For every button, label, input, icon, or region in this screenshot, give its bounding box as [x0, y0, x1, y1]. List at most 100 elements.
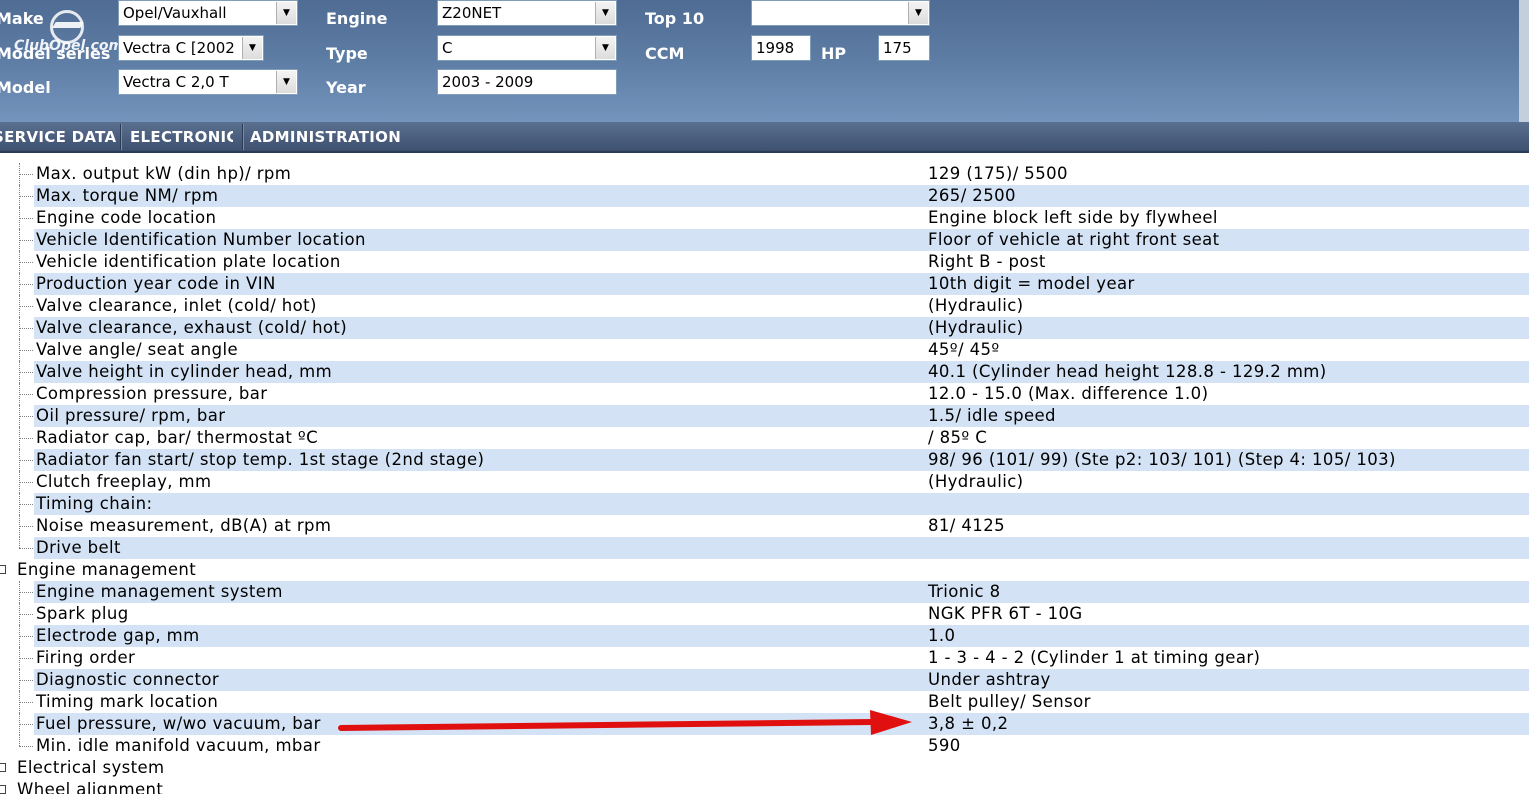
chevron-down-icon[interactable]: ▼ [276, 2, 296, 24]
chevron-down-icon[interactable]: ▼ [595, 2, 615, 24]
tree-branch-line [19, 196, 33, 197]
expand-collapse-icon[interactable] [0, 565, 6, 574]
vehicle-selector-header: ClubOpel.com Make Model series Model Ope… [0, 0, 1529, 122]
tab-bar: SERVICE DATA ELECTRONIC ADMINISTRATION [0, 122, 1529, 153]
tree-branch-line [19, 636, 33, 637]
parameter-name: Compression pressure, bar [36, 384, 268, 403]
tree-row: Radiator cap, bar/ thermostat ºC / 85º C [0, 427, 1529, 449]
ccm-field[interactable]: 1998 [751, 35, 811, 61]
tree-row: Clutch freeplay, mm (Hydraulic) [0, 471, 1529, 493]
tree-category[interactable]: Electrical system [0, 757, 1529, 779]
tab-service-data[interactable]: SERVICE DATA [0, 122, 117, 151]
parameter-name: Valve clearance, exhaust (cold/ hot) [36, 318, 348, 337]
tree-row: Vehicle Identification Number location Fl… [0, 229, 1529, 251]
model-series-select[interactable]: Vectra C [2002 ▼ [118, 35, 264, 61]
engine-select[interactable]: Z20NET ▼ [437, 0, 617, 26]
model-select[interactable]: Vectra C 2,0 T ▼ [118, 69, 298, 95]
chevron-down-icon[interactable]: ▼ [276, 71, 296, 93]
parameter-name: Firing order [36, 648, 136, 667]
tree-row: Spark plug NGK PFR 6T - 10G [0, 603, 1529, 625]
tree-row: Firing order 1 - 3 - 4 - 2 (Cylinder 1 at… [0, 647, 1529, 669]
top10-label: Top 10 [645, 9, 705, 28]
tree-row: Electrode gap, mm 1.0 [0, 625, 1529, 647]
parameter-name: Drive belt [36, 538, 121, 557]
expand-collapse-icon[interactable] [0, 763, 6, 772]
tree-branch-line [19, 416, 33, 417]
tree-category[interactable]: Engine management [0, 559, 1529, 581]
row-background [34, 537, 1529, 559]
make-label: Make [0, 9, 44, 28]
model-series-label: Model series [0, 44, 111, 63]
tree-branch-line [19, 658, 33, 659]
tree-category[interactable]: Wheel alignment [0, 779, 1529, 794]
row-background [34, 691, 1529, 713]
parameter-value: 1 - 3 - 4 - 2 (Cylinder 1 at timing gear… [928, 648, 1261, 667]
tree-row: Valve clearance, inlet (cold/ hot) (Hydra… [0, 295, 1529, 317]
make-select[interactable]: Opel/Vauxhall ▼ [118, 0, 298, 26]
parameter-value: Trionic 8 [928, 582, 1001, 601]
tab-divider [242, 124, 244, 150]
header-scrollbar[interactable] [1519, 0, 1529, 122]
parameter-name: Valve angle/ seat angle [36, 340, 238, 359]
parameter-value: NGK PFR 6T - 10G [928, 604, 1083, 623]
parameter-name: Diagnostic connector [36, 670, 220, 689]
ccm-label: CCM [645, 44, 685, 63]
tab-administration[interactable]: ADMINISTRATION [250, 122, 402, 151]
tree-row: Vehicle identification plate location Rig… [0, 251, 1529, 273]
chevron-down-icon[interactable]: ▼ [908, 2, 928, 24]
parameter-name: Engine code location [36, 208, 217, 227]
parameter-name: Production year code in VIN [36, 274, 276, 293]
top10-select[interactable]: ▼ [751, 0, 930, 26]
model-value: Vectra C 2,0 T [123, 73, 229, 91]
parameter-name: Electrode gap, mm [36, 626, 200, 645]
parameter-value: 45º/ 45º [928, 340, 1000, 359]
engine-value: Z20NET [442, 4, 502, 22]
tree-branch-line [19, 262, 33, 263]
tree-branch-line [19, 438, 33, 439]
model-label: Model [0, 78, 51, 97]
parameter-name: Engine management system [36, 582, 283, 601]
year-field[interactable]: 2003 - 2009 [437, 69, 617, 95]
parameter-value: 98/ 96 (101/ 99) (Ste p2: 103/ 101) (Ste… [928, 450, 1396, 469]
expand-collapse-icon[interactable] [0, 785, 6, 794]
tree-row: Radiator fan start/ stop temp. 1st stage… [0, 449, 1529, 471]
tree-row: Oil pressure/ rpm, bar 1.5/ idle speed [0, 405, 1529, 427]
row-background [34, 471, 1529, 493]
parameter-value: 129 (175)/ 5500 [928, 164, 1068, 183]
tree-branch-line [19, 394, 33, 395]
row-background [34, 493, 1529, 515]
parameter-name: Max. output kW (din hp)/ rpm [36, 164, 292, 183]
parameter-value: Floor of vehicle at right front seat [928, 230, 1220, 249]
parameter-value: 3,8 ± 0,2 [928, 714, 1009, 733]
tree-row: Production year code in VIN 10th digit = … [0, 273, 1529, 295]
tab-divider [120, 124, 122, 150]
chevron-down-icon[interactable]: ▼ [242, 37, 262, 59]
parameter-name: Min. idle manifold vacuum, mbar [36, 736, 321, 755]
tree-branch-line [19, 504, 33, 505]
type-select[interactable]: C ▼ [437, 35, 617, 61]
row-background [34, 647, 1529, 669]
tab-electronic[interactable]: ELECTRONIC [130, 122, 233, 151]
tree-branch-line [19, 526, 33, 527]
tree-branch-line [19, 218, 33, 219]
tree-row: Valve angle/ seat angle 45º/ 45º [0, 339, 1529, 361]
row-background [34, 669, 1529, 691]
year-label: Year [326, 78, 366, 97]
engine-label: Engine [326, 9, 388, 28]
tree-branch-line [19, 460, 33, 461]
parameter-name: Clutch freeplay, mm [36, 472, 212, 491]
row-background [34, 185, 1529, 207]
parameter-name: Oil pressure/ rpm, bar [36, 406, 226, 425]
row-background [34, 625, 1529, 647]
tree-row: Engine management system Trionic 8 [0, 581, 1529, 603]
parameter-name: Max. torque NM/ rpm [36, 186, 219, 205]
chevron-down-icon[interactable]: ▼ [595, 37, 615, 59]
hp-label: HP [821, 44, 847, 63]
parameter-value: 81/ 4125 [928, 516, 1005, 535]
hp-field[interactable]: 175 [878, 35, 930, 61]
tree-branch-line [19, 482, 33, 483]
model-series-value: Vectra C [2002 [123, 39, 235, 57]
parameter-value: Right B - post [928, 252, 1046, 271]
parameter-name: Radiator fan start/ stop temp. 1st stage… [36, 450, 485, 469]
parameter-value: 10th digit = model year [928, 274, 1135, 293]
